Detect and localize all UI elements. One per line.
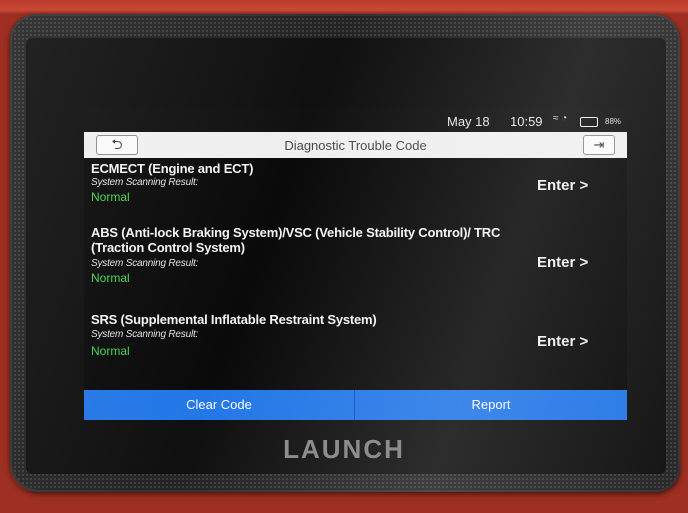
list-item-ecmect: ECMECT (Engine and ECT) System Scanning …	[84, 158, 627, 220]
enter-button[interactable]: Enter >	[537, 177, 588, 194]
bottom-action-bar: Clear Code Report	[84, 390, 627, 420]
exit-button[interactable]: ⇥	[583, 135, 615, 155]
system-name: ABS (Anti-lock Braking System)/VSC (Vehi…	[91, 225, 501, 255]
wifi-icon: ≈ ◔	[553, 113, 568, 124]
status-normal: Normal	[91, 190, 130, 204]
enter-button[interactable]: Enter >	[537, 254, 588, 271]
system-list: ECMECT (Engine and ECT) System Scanning …	[84, 158, 627, 390]
clear-code-button[interactable]: Clear Code	[84, 390, 355, 420]
status-time: 10:59	[510, 114, 543, 129]
status-bar: May 18 10:59 ≈ ◔ 88%	[84, 108, 627, 132]
scan-result-label: System Scanning Result:	[91, 258, 199, 269]
app-screen: May 18 10:59 ≈ ◔ 88% ⮌ Diagnostic Troubl…	[84, 108, 627, 420]
status-normal: Normal	[91, 271, 130, 285]
list-item-srs: SRS (Supplemental Inflatable Restraint S…	[84, 308, 627, 388]
enter-button[interactable]: Enter >	[537, 333, 588, 350]
system-name: SRS (Supplemental Inflatable Restraint S…	[91, 312, 377, 327]
status-date: May 18	[447, 114, 490, 129]
exit-icon: ⇥	[593, 137, 605, 152]
scan-result-label: System Scanning Result:	[91, 177, 199, 188]
brand-logo: LAUNCH	[283, 434, 405, 464]
report-button[interactable]: Report	[355, 390, 627, 420]
battery-percent: 88%	[605, 117, 622, 126]
battery-icon	[580, 117, 598, 127]
list-item-abs-vsc-trc: ABS (Anti-lock Braking System)/VSC (Vehi…	[84, 225, 627, 307]
page-title: Diagnostic Trouble Code	[284, 138, 427, 153]
scan-result-label: System Scanning Result:	[91, 329, 199, 340]
title-bar: ⮌ Diagnostic Trouble Code ⇥	[84, 132, 627, 158]
system-name: ECMECT (Engine and ECT)	[91, 161, 254, 176]
status-normal: Normal	[91, 344, 130, 358]
